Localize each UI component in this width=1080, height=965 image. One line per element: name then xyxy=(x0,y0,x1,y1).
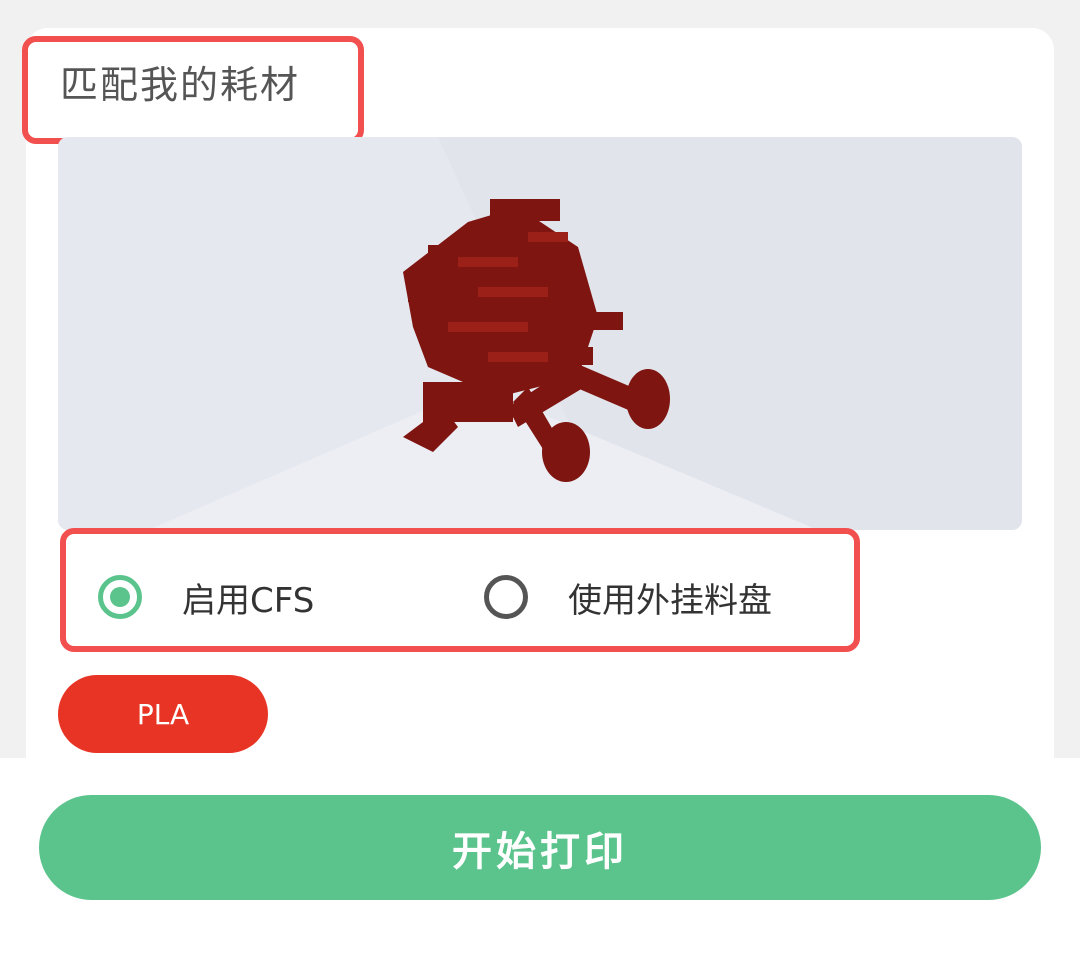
feed-option-cfs[interactable]: 启用CFS xyxy=(98,570,314,624)
radio-unselected-icon[interactable] xyxy=(484,575,528,619)
radio-selected-icon[interactable] xyxy=(98,575,142,619)
section-title: 匹配我的耗材 xyxy=(60,63,301,107)
model-preview[interactable] xyxy=(58,137,1022,530)
filament-material-chip[interactable]: PLA xyxy=(58,675,268,753)
feed-option-cfs-label: 启用CFS xyxy=(182,580,315,621)
feed-option-external-spool[interactable]: 使用外挂料盘 xyxy=(484,570,772,624)
feed-option-external-spool-label: 使用外挂料盘 xyxy=(568,580,772,621)
model-preview-scene xyxy=(58,137,1022,530)
start-print-button[interactable]: 开始打印 xyxy=(39,795,1041,900)
